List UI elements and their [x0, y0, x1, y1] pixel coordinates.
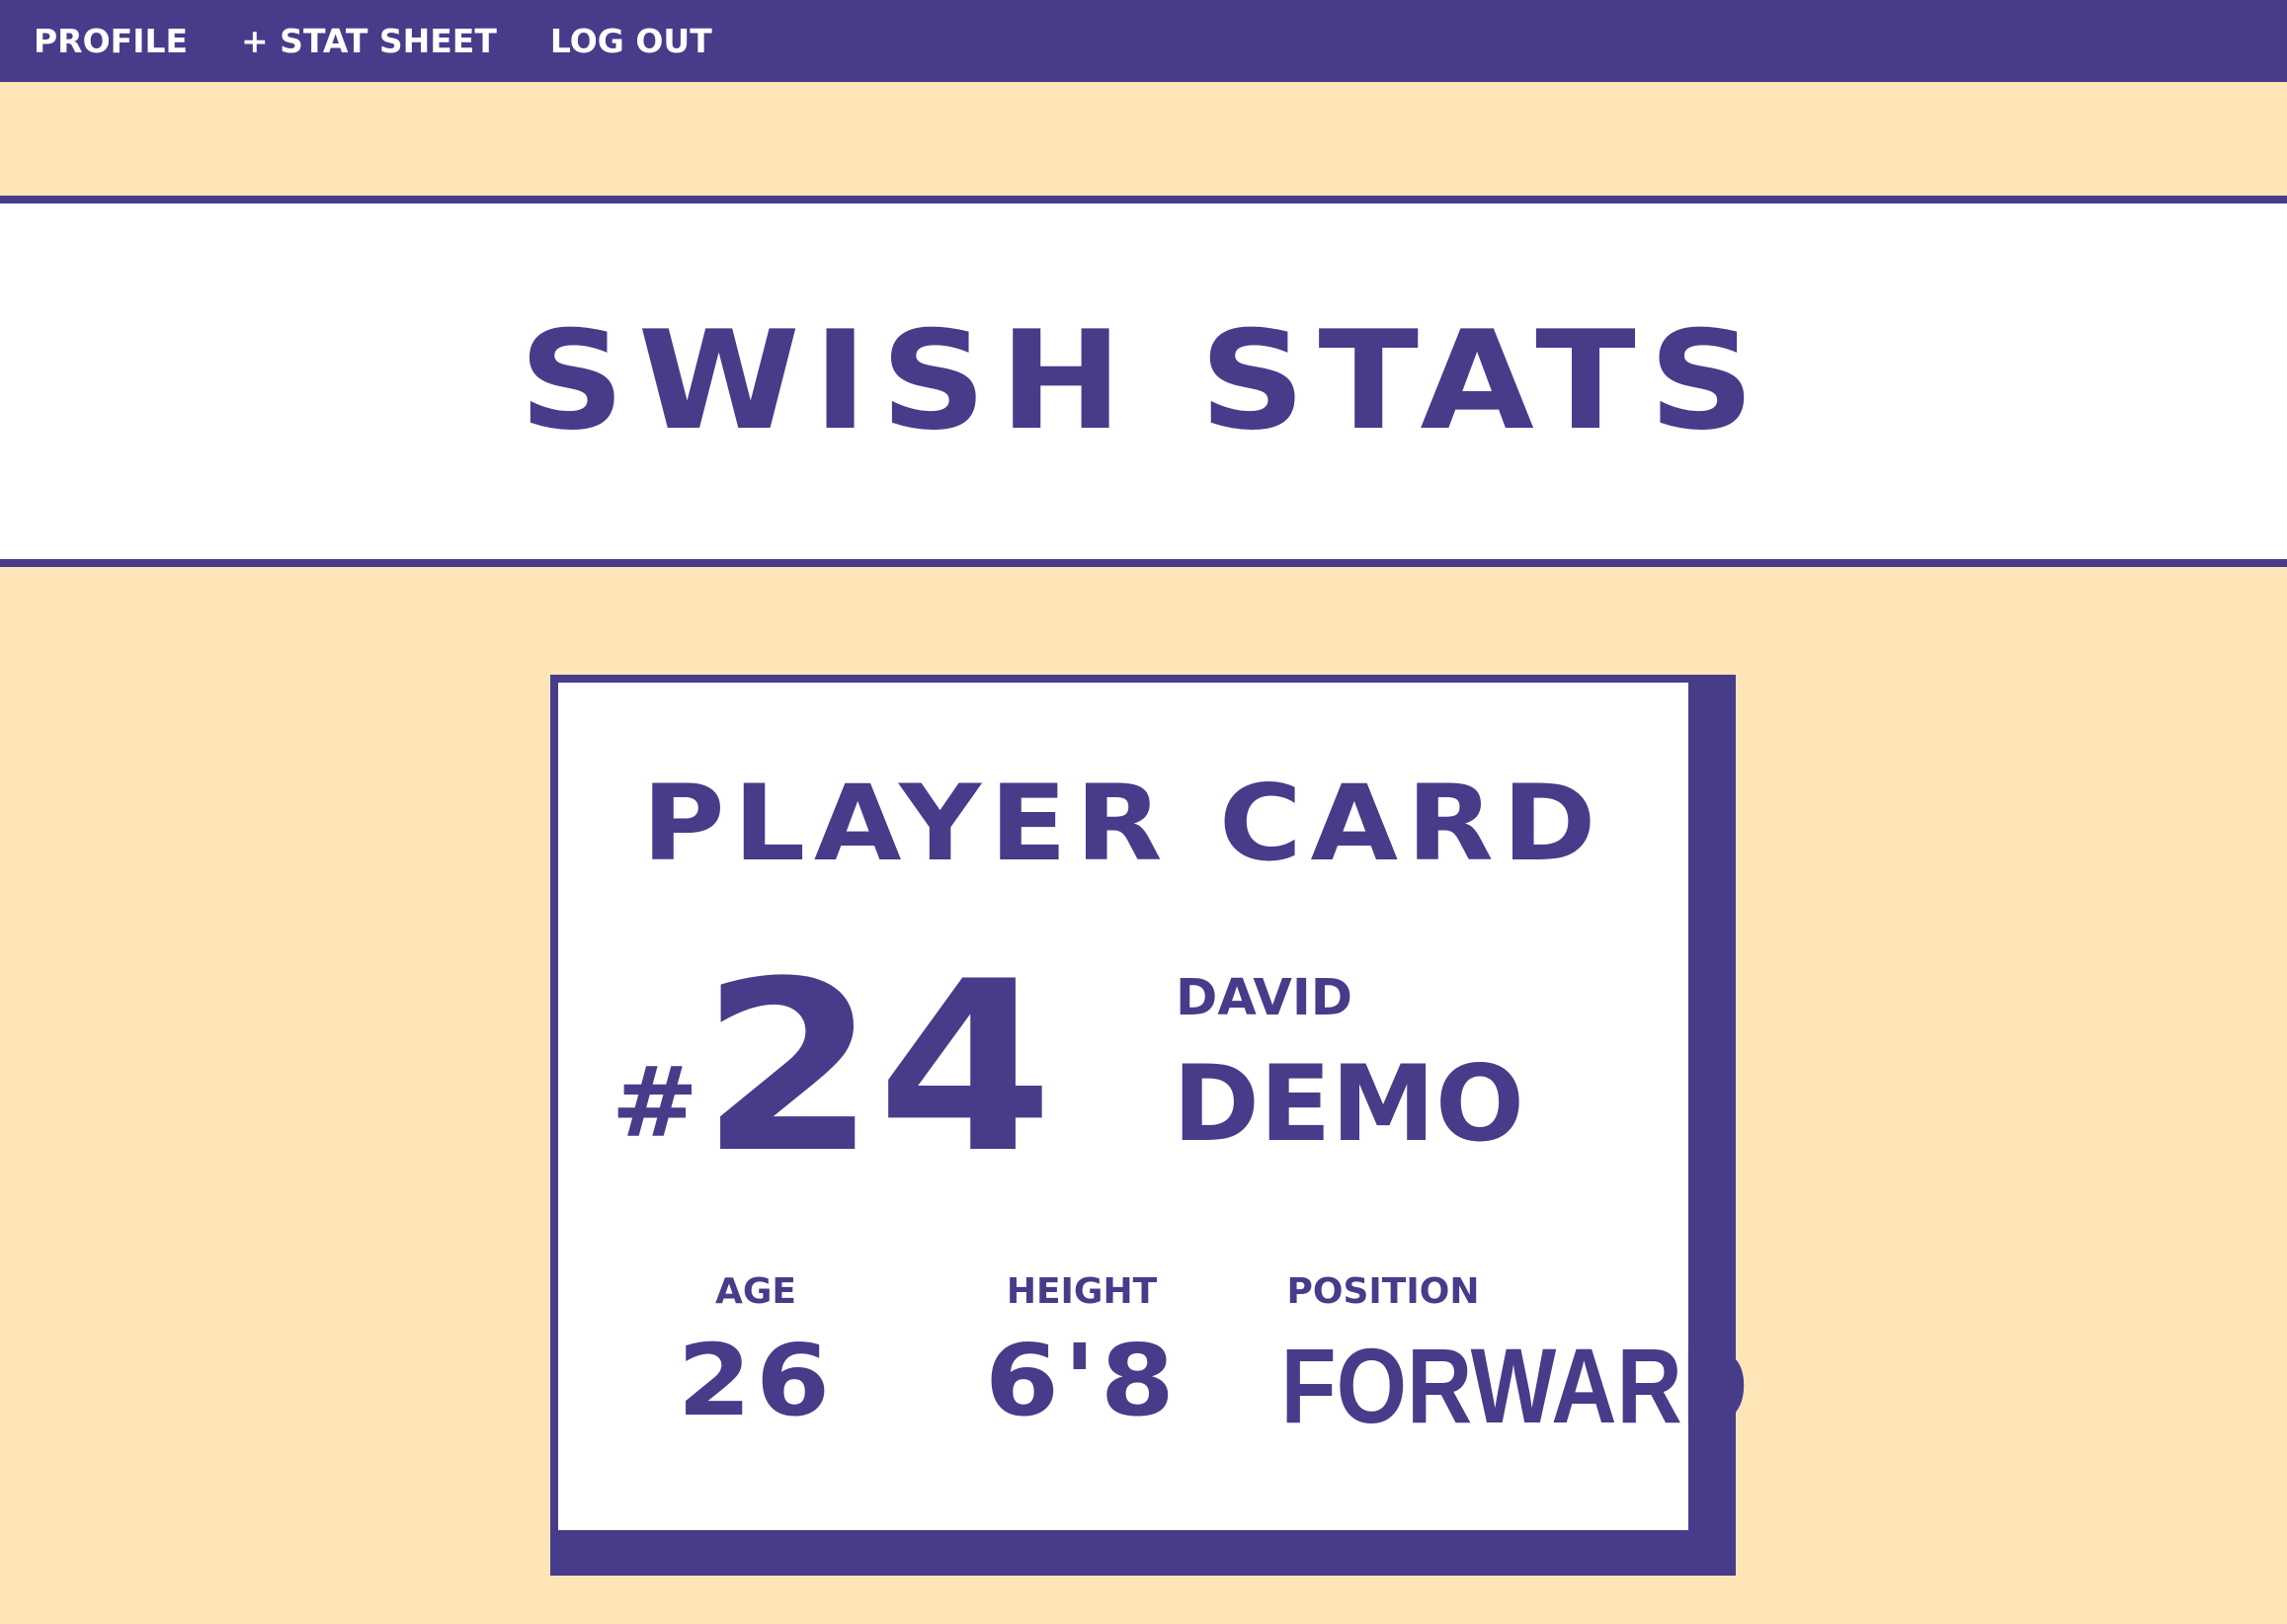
stat-age-value: 26 — [677, 1323, 835, 1438]
title-banner: SWISH STATS — [0, 196, 2287, 567]
stat-age: AGE 26 — [637, 1271, 874, 1430]
top-nav: PROFILE + STAT SHEET LOG OUT — [0, 0, 2287, 82]
jersey-number-group: # 24 — [611, 951, 1128, 1186]
stat-age-label: AGE — [714, 1271, 796, 1312]
nav-profile-link[interactable]: PROFILE — [34, 22, 188, 60]
player-last-name: DEMO — [1173, 1043, 1524, 1165]
stat-position-value: FORWARD — [1280, 1326, 1749, 1445]
site-title: SWISH STATS — [519, 301, 1768, 460]
jersey-hash-symbol: # — [611, 1047, 705, 1160]
nav-log-out-link[interactable]: LOG OUT — [550, 22, 712, 60]
player-card: PLAYER CARD # 24 DAVID DEMO AGE 26 HEIGH… — [550, 675, 1749, 1538]
stat-height-value: 6'8 — [984, 1323, 1180, 1438]
jersey-number: 24 — [699, 932, 1054, 1205]
nav-add-stat-sheet-link[interactable]: + STAT SHEET — [241, 22, 497, 60]
stat-position: POSITION FORWARD — [1250, 1271, 1749, 1447]
player-first-name: DAVID — [1176, 969, 1353, 1027]
stat-position-label: POSITION — [1286, 1271, 1480, 1312]
player-card-title: PLAYER CARD — [641, 763, 1605, 884]
